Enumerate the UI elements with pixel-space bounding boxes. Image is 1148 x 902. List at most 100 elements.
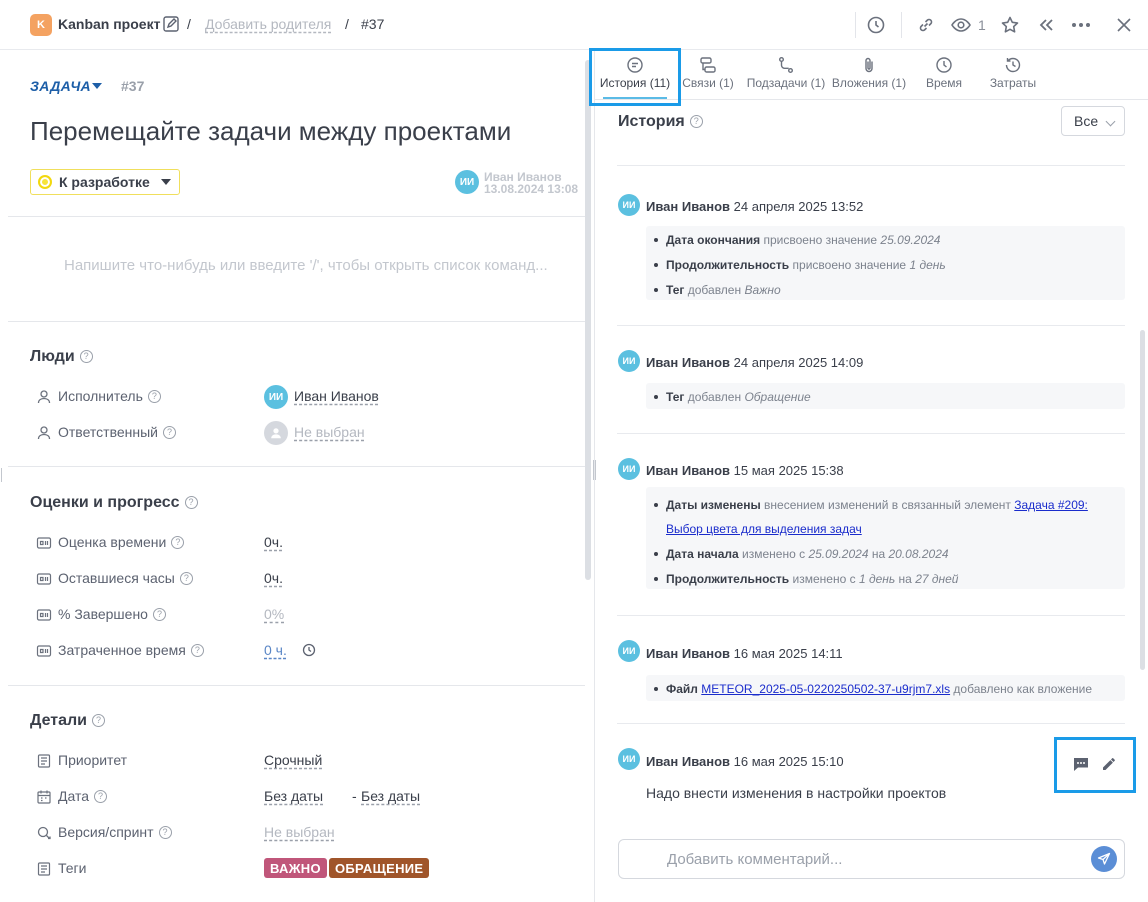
attachment-link[interactable]: METEOR_2025-05-0220250502-37-u9rjm7.xls: [701, 682, 950, 696]
help-icon[interactable]: ?: [79, 350, 93, 363]
assignee-value[interactable]: Иван Иванов: [294, 388, 379, 404]
person-icon: [37, 390, 51, 404]
section-title-details: Детали?: [30, 712, 106, 730]
divider: [8, 216, 585, 217]
help-icon[interactable]: ?: [152, 608, 166, 621]
tag-icon: [37, 862, 51, 876]
tag-badge[interactable]: ВАЖНО: [264, 858, 327, 878]
chevron-down-icon[interactable]: [92, 83, 102, 89]
breadcrumb-separator: /: [187, 16, 191, 32]
priority-value[interactable]: Срочный: [264, 752, 322, 768]
avatar: ИИ: [264, 385, 288, 409]
divider: [855, 12, 856, 38]
tab-subtasks[interactable]: Подзадачи (1): [745, 54, 827, 98]
history-entry-header: Иван Иванов 16 мая 2025 14:11: [646, 646, 843, 661]
history-change-continuation: Выбор цвета для выделения задач: [666, 522, 862, 536]
star-icon[interactable]: [999, 14, 1021, 36]
collapse-left-icon[interactable]: [1035, 14, 1057, 36]
help-icon[interactable]: ?: [184, 496, 198, 509]
field-label: Оставшиеся часы?: [58, 570, 193, 586]
project-name[interactable]: Kanban проект: [58, 16, 160, 32]
history-entry-header: Иван Иванов 15 мая 2025 15:38: [646, 463, 844, 478]
field-time-estimate: Оценка времени? 0ч.: [36, 531, 576, 555]
history-clock-icon[interactable]: [865, 14, 887, 36]
link-icon[interactable]: [915, 14, 937, 36]
pencil-icon[interactable]: [1098, 753, 1120, 775]
help-icon[interactable]: ?: [171, 536, 185, 549]
activity-panel: История (11) Связи (1) Подзадачи (1) Вло…: [595, 50, 1148, 902]
history-changes: Даты изменены внесением изменений в связ…: [646, 487, 1125, 589]
status-dropdown[interactable]: К разработке: [30, 169, 180, 195]
help-icon[interactable]: ?: [190, 644, 204, 657]
estimate-icon: [36, 573, 52, 585]
left-scrollbar[interactable]: [585, 60, 591, 580]
edit-icon[interactable]: [162, 15, 180, 36]
eye-icon[interactable]: [950, 14, 972, 36]
field-label: Приоритет: [58, 752, 128, 768]
tab-label: Вложения (1): [831, 76, 907, 90]
activity-tabs: История (11) Связи (1) Подзадачи (1) Вло…: [595, 50, 1148, 100]
remaining-hours-value[interactable]: 0ч.: [264, 570, 283, 586]
percent-complete-value[interactable]: 0%: [264, 606, 284, 622]
tab-attachments[interactable]: Вложения (1): [831, 54, 907, 98]
history-change: Тег добавлен Обращение: [654, 390, 811, 404]
person-icon: [37, 426, 51, 440]
comment-icon: [627, 57, 643, 73]
comment-input[interactable]: Добавить комментарий...: [618, 839, 1125, 879]
created-date: 13.08.2024 13:08: [484, 182, 579, 196]
responsible-value[interactable]: Не выбран: [294, 424, 365, 440]
field-remaining-hours: Оставшиеся часы? 0ч.: [36, 567, 576, 591]
chevron-down-icon: [1105, 116, 1116, 127]
linked-task-link[interactable]: Задача #209:: [1014, 498, 1088, 512]
tab-label: Связи (1): [682, 76, 734, 90]
tab-label: Время: [925, 76, 963, 90]
clock-icon: [936, 57, 952, 73]
status-label: К разработке: [59, 174, 150, 190]
reply-icon[interactable]: [1070, 753, 1092, 775]
more-icon[interactable]: [1070, 14, 1092, 36]
history-filter-select[interactable]: Все: [1061, 106, 1125, 136]
help-icon[interactable]: ?: [158, 826, 172, 839]
description-editor[interactable]: Напишите что-нибудь или введите '/', что…: [64, 257, 548, 274]
section-title-estimates: Оценки и прогресс?: [30, 494, 198, 512]
right-scrollbar[interactable]: [1140, 330, 1145, 670]
chevron-down-icon: [160, 179, 171, 185]
tab-costs[interactable]: Затраты: [987, 54, 1039, 98]
field-label: Версия/спринт?: [58, 824, 172, 840]
avatar: ИИ: [618, 748, 640, 770]
avatar: ИИ: [618, 194, 640, 216]
comment-actions: [1058, 740, 1132, 790]
tab-label: История (11): [599, 76, 671, 90]
send-icon[interactable]: [1091, 846, 1117, 872]
tab-time[interactable]: Время: [921, 54, 967, 98]
history-changes: Дата окончания присвоено значение 25.09.…: [646, 226, 1125, 300]
linked-task-link[interactable]: Выбор цвета для выделения задач: [666, 522, 862, 536]
help-icon[interactable]: ?: [92, 714, 106, 727]
priority-icon: [37, 754, 51, 768]
spent-time-value[interactable]: 0 ч.: [264, 642, 287, 658]
tab-links[interactable]: Связи (1): [679, 54, 737, 98]
help-icon[interactable]: ?: [689, 115, 703, 128]
project-badge[interactable]: K: [30, 14, 52, 36]
resize-handle[interactable]: [1, 468, 4, 482]
end-date-value[interactable]: Без даты: [361, 788, 420, 804]
field-date: Дата? Без даты - Без даты: [36, 785, 576, 809]
add-parent-link[interactable]: Добавить родителя: [205, 16, 331, 32]
divider: [617, 723, 1125, 724]
task-title[interactable]: Перемещайте задачи между проектами: [30, 116, 511, 147]
time-estimate-value[interactable]: 0ч.: [264, 534, 283, 550]
tag-badge[interactable]: ОБРАЩЕНИЕ: [329, 858, 430, 878]
field-label: Дата?: [58, 788, 108, 804]
field-version: Версия/спринт? Не выбран: [36, 821, 576, 845]
help-icon[interactable]: ?: [162, 426, 176, 439]
task-type-selector[interactable]: ЗАДАЧА: [30, 78, 91, 94]
tab-history[interactable]: История (11): [599, 54, 671, 99]
date-separator: -: [352, 788, 357, 804]
start-date-value[interactable]: Без даты: [264, 788, 323, 804]
close-icon[interactable]: [1113, 14, 1135, 36]
help-icon[interactable]: ?: [147, 390, 161, 403]
help-icon[interactable]: ?: [179, 572, 193, 585]
help-icon[interactable]: ?: [94, 790, 108, 803]
version-value[interactable]: Не выбран: [264, 824, 335, 840]
clock-icon[interactable]: [302, 643, 316, 657]
